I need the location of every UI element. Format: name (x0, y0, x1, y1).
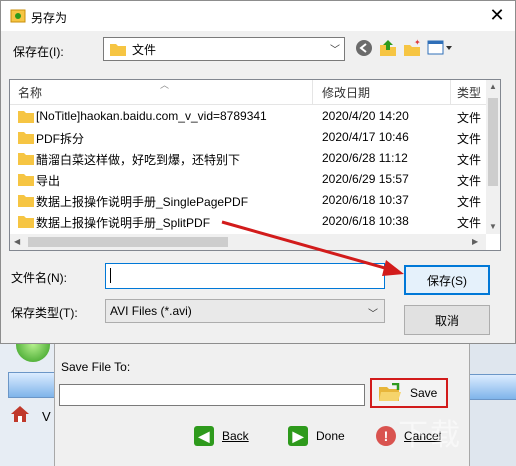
folder-icon (18, 153, 34, 165)
folder-icon (18, 195, 34, 207)
wizard-save-label: Save (410, 386, 438, 400)
file-type: 文件 (457, 153, 482, 167)
filetype-label: 保存类型(T): (11, 306, 78, 320)
back-button[interactable]: ◀ Back (194, 424, 249, 448)
app-left-text: V (42, 409, 51, 424)
vertical-scrollbar[interactable]: ▲ ▼ (486, 80, 500, 234)
filename-input[interactable] (105, 263, 385, 289)
done-label: Done (316, 429, 345, 443)
folder-open-icon (379, 383, 401, 401)
column-divider[interactable] (450, 80, 451, 104)
file-name: PDF拆分 (36, 132, 85, 146)
file-type: 文件 (457, 132, 482, 146)
location-value: 文件 (132, 42, 157, 57)
save-button[interactable]: 保存(S) (404, 265, 490, 295)
list-item[interactable]: 数据上报操作说明手册_SinglePagePDF 2020/6/18 10:37… (10, 190, 486, 211)
scroll-left-icon[interactable]: ◀ (14, 237, 20, 246)
folder-icon (18, 216, 34, 228)
list-item[interactable]: 醋溜白菜这样做，好吃到爆，还特别下 2020/6/28 11:12 文件 (10, 148, 486, 169)
wizard-save-button[interactable]: Save (370, 378, 448, 408)
column-divider[interactable] (312, 80, 313, 104)
folder-icon (18, 132, 34, 144)
app-right-tab[interactable] (470, 374, 516, 400)
file-name: 数据上报操作说明手册_SplitPDF (36, 216, 211, 230)
file-type: 文件 (457, 111, 482, 125)
close-button[interactable]: ✕ (485, 3, 509, 27)
title-bar: 另存为 ✕ (1, 1, 515, 31)
save-as-dialog: 另存为 ✕ 保存在(I): 文件 ﹀ ✦ ︿ 名称 修改日期 类型 [NoTit… (0, 0, 516, 344)
file-modified: 2020/6/18 10:37 (322, 193, 409, 207)
dialog-title: 另存为 (31, 11, 68, 25)
column-type[interactable]: 类型 (457, 84, 481, 101)
filename-label: 文件名(N): (11, 271, 67, 285)
horizontal-scroll-thumb[interactable] (28, 237, 228, 247)
list-header: ︿ 名称 修改日期 类型 (10, 80, 486, 105)
text-caret (110, 268, 111, 283)
app-right-panel (468, 336, 516, 466)
save-path-input[interactable] (59, 384, 365, 406)
app-left-tab[interactable] (8, 372, 59, 398)
done-arrow-icon: ▶ (288, 426, 308, 446)
list-item[interactable]: 数据上报操作说明手册_SplitPDF 2020/6/18 10:38 文件 (10, 211, 486, 232)
done-button[interactable]: ▶ Done (288, 424, 345, 448)
new-folder-icon[interactable]: ✦ (403, 39, 421, 57)
column-modified[interactable]: 修改日期 (322, 84, 370, 101)
chevron-down-icon: ﹀ (330, 45, 340, 56)
sort-indicator-icon: ︿ (160, 80, 170, 90)
filetype-dropdown[interactable]: AVI Files (*.avi) ﹀ (105, 299, 385, 323)
file-modified: 2020/4/17 10:46 (322, 130, 409, 144)
save-in-label: 保存在(I): (13, 45, 64, 59)
cancel-button[interactable]: 取消 (404, 305, 490, 335)
folder-icon (18, 111, 34, 123)
list-item[interactable]: [NoTitle]haokan.baidu.com_v_vid=8789341 … (10, 106, 486, 127)
list-item[interactable]: 导出 2020/6/29 15:57 文件 (10, 169, 486, 190)
vertical-scroll-thumb[interactable] (488, 98, 498, 186)
filetype-value: AVI Files (*.avi) (110, 304, 192, 318)
file-modified: 2020/6/28 11:12 (322, 151, 408, 165)
view-menu-icon[interactable] (427, 39, 453, 57)
back-label: Back (222, 429, 249, 443)
file-name: [NoTitle]haokan.baidu.com_v_vid=8789341 (36, 109, 267, 123)
svg-text:✦: ✦ (414, 39, 421, 47)
file-name: 醋溜白菜这样做，好吃到爆，还特别下 (36, 153, 241, 167)
chevron-down-icon: ﹀ (368, 309, 378, 320)
app-title-icon (10, 9, 26, 23)
file-list[interactable]: ︿ 名称 修改日期 类型 [NoTitle]haokan.baidu.com_v… (9, 79, 501, 251)
file-name: 导出 (36, 174, 61, 188)
horizontal-scrollbar[interactable]: ◀ ▶ (10, 234, 486, 250)
scroll-up-icon[interactable]: ▲ (489, 82, 497, 91)
back-icon[interactable] (355, 39, 373, 57)
watermark: 下载 (398, 418, 462, 453)
cancel-circle-icon: ! (376, 426, 396, 446)
location-dropdown[interactable]: 文件 ﹀ (103, 37, 345, 61)
folder-icon (110, 44, 126, 56)
scroll-right-icon[interactable]: ▶ (472, 237, 478, 246)
back-arrow-icon: ◀ (194, 426, 214, 446)
list-item[interactable]: PDF拆分 2020/4/17 10:46 文件 (10, 127, 486, 148)
column-name[interactable]: 名称 (18, 84, 42, 101)
save-file-to-label: Save File To: (61, 360, 131, 374)
file-modified: 2020/6/29 15:57 (322, 172, 409, 186)
file-name: 数据上报操作说明手册_SinglePagePDF (36, 195, 249, 209)
file-type: 文件 (457, 195, 482, 209)
home-icon[interactable] (10, 404, 30, 424)
up-folder-icon[interactable] (379, 39, 397, 57)
file-type: 文件 (457, 216, 482, 230)
scroll-down-icon[interactable]: ▼ (489, 222, 497, 231)
file-modified: 2020/6/18 10:38 (322, 214, 409, 228)
folder-icon (18, 174, 34, 186)
file-modified: 2020/4/20 14:20 (322, 109, 409, 123)
file-type: 文件 (457, 174, 482, 188)
